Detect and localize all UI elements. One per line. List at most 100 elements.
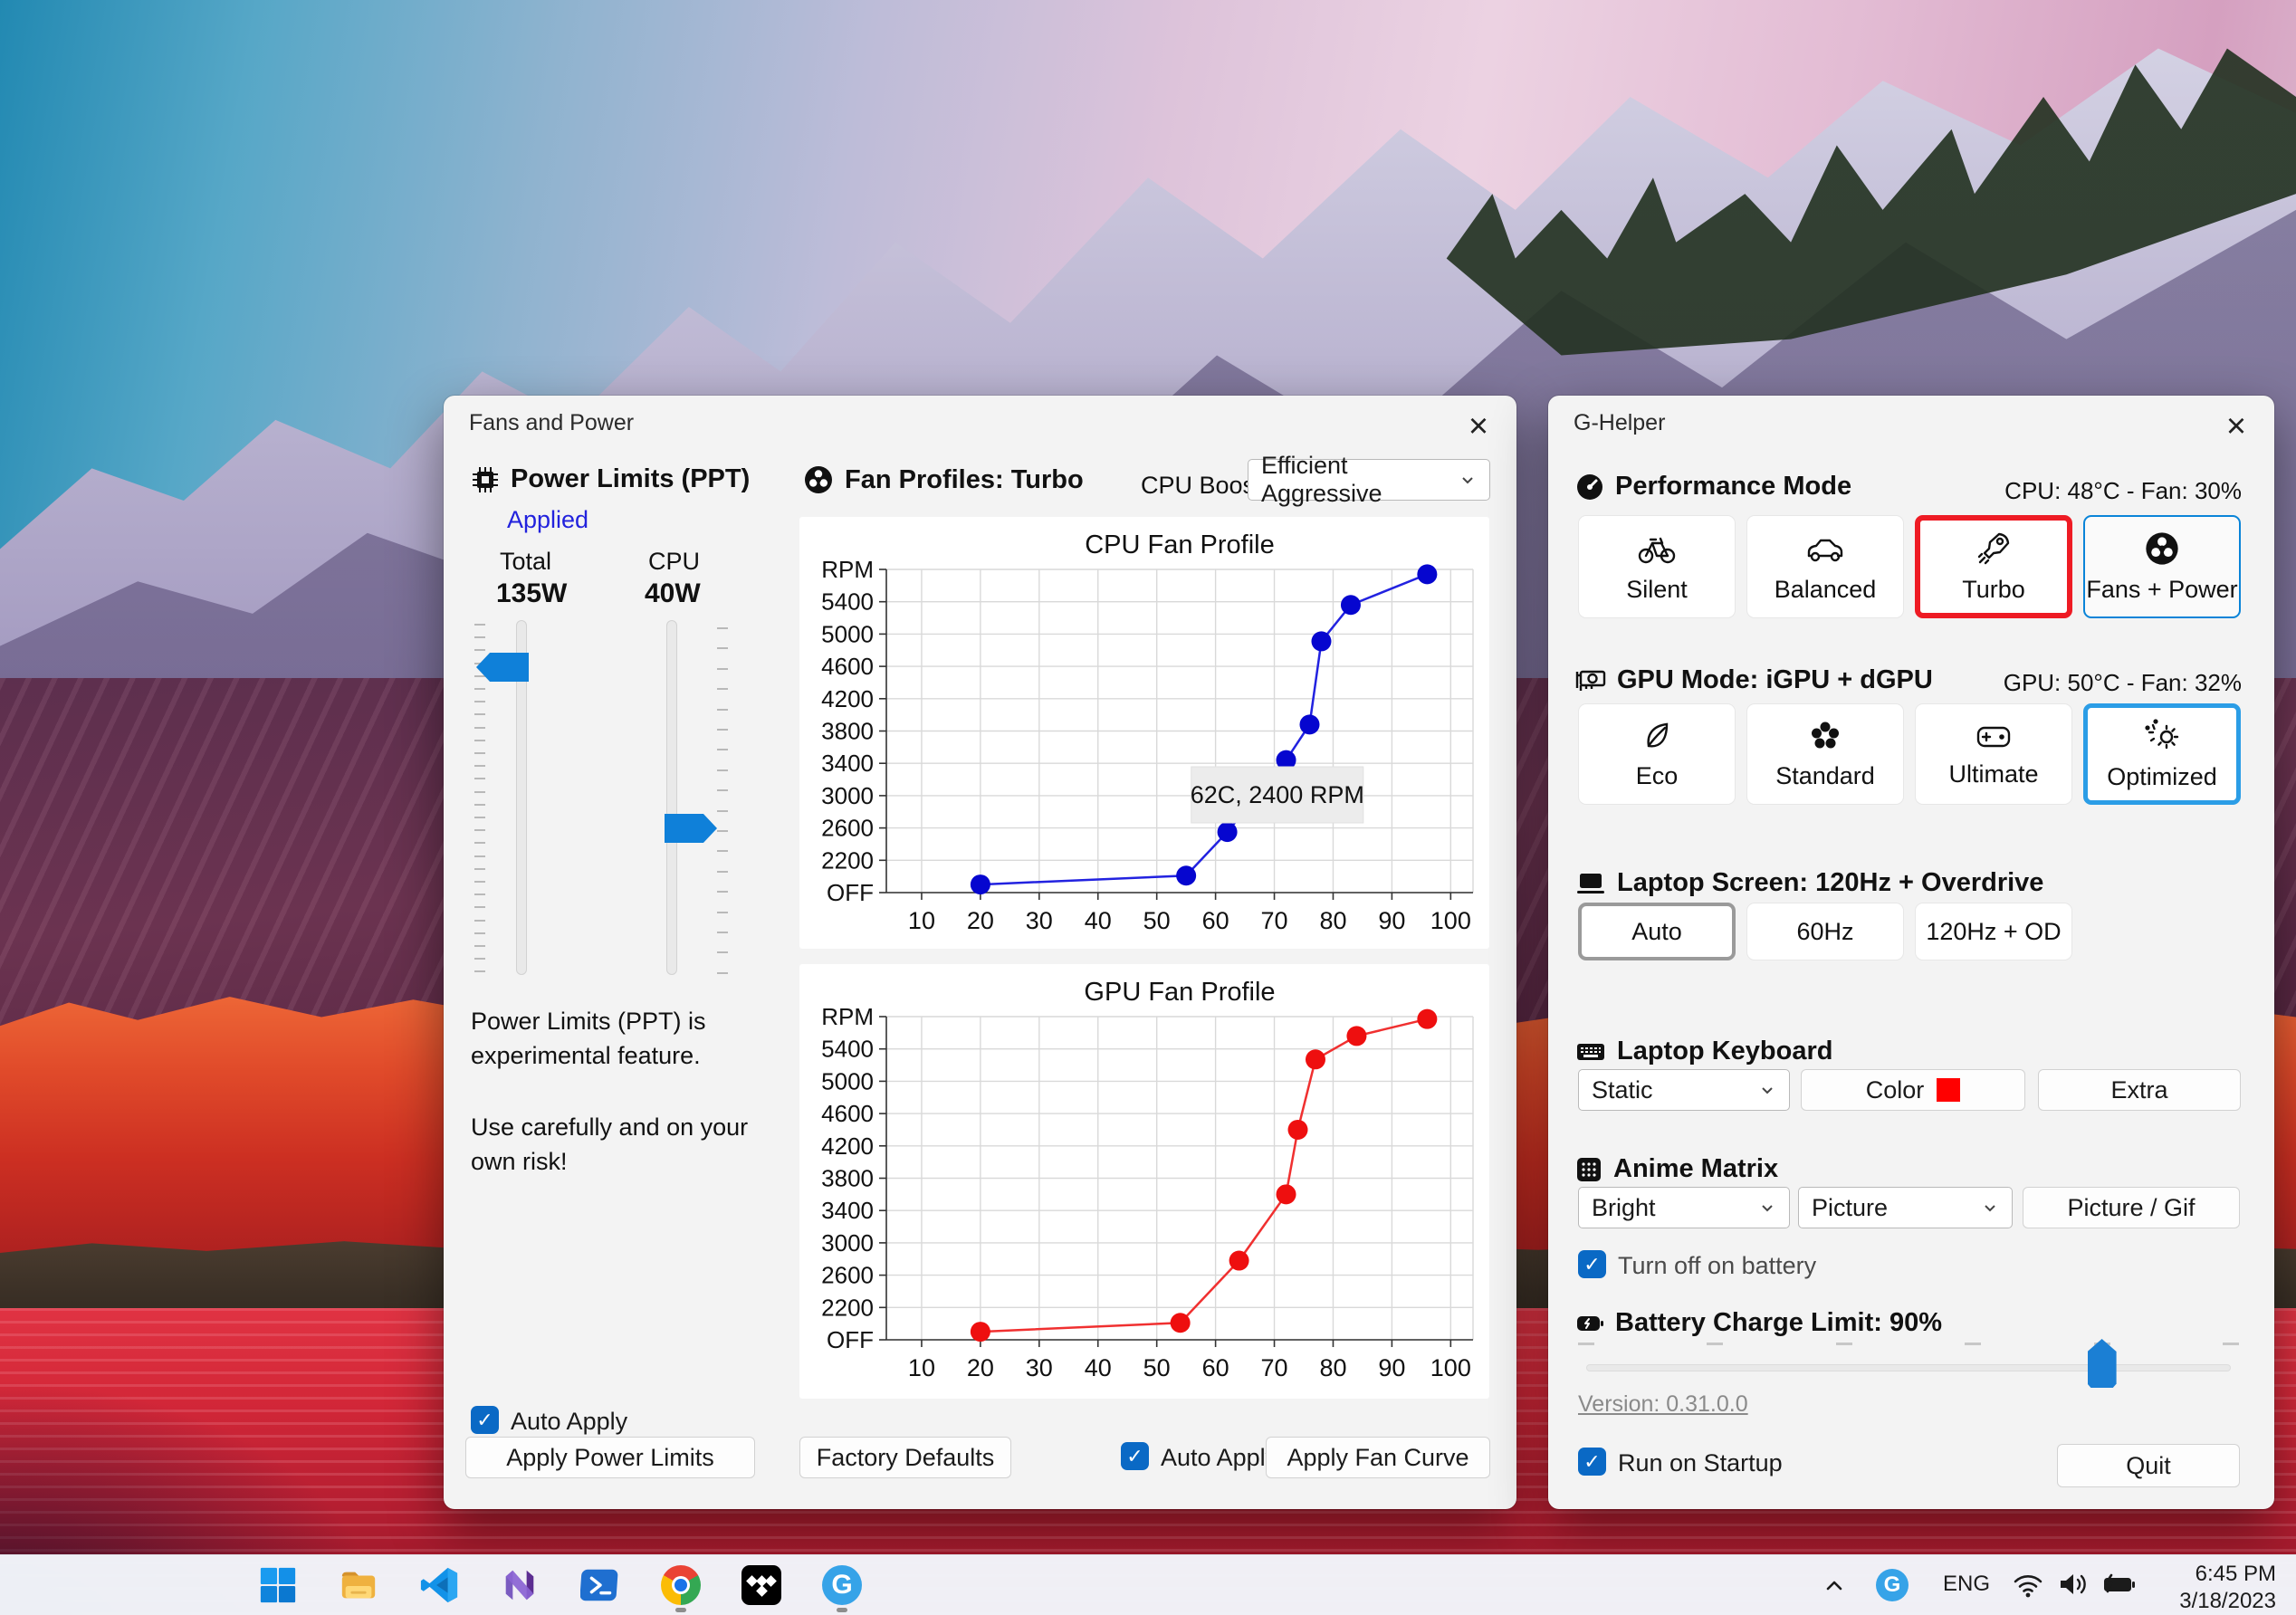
taskbar-chrome-button[interactable] xyxy=(660,1564,702,1606)
ghelper-icon: G xyxy=(822,1565,862,1605)
tick xyxy=(474,970,485,973)
tick xyxy=(474,790,485,793)
total-slider-handle[interactable] xyxy=(476,653,529,682)
svg-text:CPU Fan Profile: CPU Fan Profile xyxy=(1085,530,1275,559)
taskbar-powershell-button[interactable] xyxy=(579,1564,621,1606)
cpu-value: 40W xyxy=(645,578,701,608)
svg-text:3800: 3800 xyxy=(821,718,874,745)
vscode-icon xyxy=(420,1567,458,1603)
taskbar-explorer-button[interactable] xyxy=(338,1564,379,1606)
svg-text:80: 80 xyxy=(1319,907,1346,934)
battery-slider-track[interactable] xyxy=(1586,1364,2231,1371)
svg-text:50: 50 xyxy=(1143,907,1171,934)
tick xyxy=(717,627,728,629)
tick xyxy=(717,932,728,933)
taskbar-clock[interactable]: 6:45 PM 3/18/2023 xyxy=(2179,1561,2276,1615)
tray-time: 6:45 PM xyxy=(2195,1562,2276,1586)
quit-button[interactable]: Quit xyxy=(2057,1444,2240,1487)
gpu-standard-button[interactable]: Standard xyxy=(1746,703,1904,805)
fan-auto-apply-checkbox[interactable]: ✓ xyxy=(1121,1442,1149,1470)
version-link[interactable]: Version: 0.31.0.0 xyxy=(1578,1391,1748,1418)
keyboard-mode-dropdown[interactable]: Static xyxy=(1578,1069,1790,1111)
volume-icon[interactable] xyxy=(2057,1569,2090,1600)
wifi-icon[interactable] xyxy=(2012,1569,2044,1600)
screen-120hz-od-button[interactable]: 120Hz + OD xyxy=(1915,903,2072,960)
gpu-optimized-button[interactable]: Optimized xyxy=(2083,703,2241,805)
fan-auto-apply-label: Auto Apply xyxy=(1161,1444,1278,1471)
gpu-eco-button[interactable]: Eco xyxy=(1578,703,1736,805)
svg-text:2200: 2200 xyxy=(821,1294,874,1321)
svg-text:60: 60 xyxy=(1202,1354,1229,1381)
chip-icon xyxy=(473,466,498,492)
laptop-icon xyxy=(1577,873,1604,894)
chevron-down-icon xyxy=(1758,1081,1776,1099)
leaf-icon xyxy=(1647,722,1669,747)
svg-text:80: 80 xyxy=(1319,1354,1346,1381)
screen-auto-button[interactable]: Auto xyxy=(1578,903,1736,960)
svg-text:4600: 4600 xyxy=(821,653,874,680)
cpu-slider-handle[interactable] xyxy=(665,814,717,843)
svg-text:3800: 3800 xyxy=(821,1165,874,1192)
gpu-fan-chart[interactable]: GPU Fan Profile OFF 2200 2600 3000 3400 3800 42… xyxy=(799,964,1489,1396)
battery-tray-icon[interactable] xyxy=(2100,1570,2137,1599)
anime-running-dropdown[interactable]: Picture xyxy=(1798,1187,2013,1228)
tick xyxy=(474,649,485,652)
tray-chevron-up-icon[interactable] xyxy=(1818,1570,1851,1602)
tick xyxy=(474,778,485,780)
power-auto-apply-checkbox[interactable]: ✓ xyxy=(471,1406,499,1434)
keyboard-extra-button[interactable]: Extra xyxy=(2038,1069,2241,1111)
keyboard-color-button[interactable]: Color xyxy=(1801,1069,2025,1111)
anime-matrix-header: Anime Matrix xyxy=(1575,1154,1778,1184)
svg-text:20: 20 xyxy=(967,907,994,934)
anime-brightness-dropdown[interactable]: Bright xyxy=(1578,1187,1790,1228)
mode-silent-button[interactable]: Silent xyxy=(1578,515,1736,618)
svg-text:10: 10 xyxy=(908,907,935,934)
running-indicator xyxy=(837,1608,847,1612)
tick xyxy=(1707,1343,1724,1345)
keyboard-icon xyxy=(1577,1043,1604,1060)
g-helper-window: G-Helper × Performance Mode CPU: 48°C - … xyxy=(1548,396,2274,1509)
mode-balanced-button[interactable]: Balanced xyxy=(1746,515,1904,618)
tick xyxy=(717,870,728,873)
tray-ghelper-icon[interactable]: G xyxy=(1876,1569,1909,1601)
taskbar-visual-studio-button[interactable] xyxy=(499,1564,541,1606)
close-icon[interactable]: × xyxy=(2215,405,2258,448)
chevron-down-icon xyxy=(1758,1199,1776,1217)
cpu-slider-track[interactable] xyxy=(666,620,677,975)
factory-defaults-button[interactable]: Factory Defaults xyxy=(799,1437,1011,1478)
svg-text:OFF: OFF xyxy=(827,879,874,906)
start-icon xyxy=(260,1567,296,1603)
screen-60hz-button[interactable]: 60Hz xyxy=(1746,903,1904,960)
taskbar-start-button[interactable] xyxy=(257,1564,299,1606)
rocket-icon xyxy=(1977,532,2010,564)
cpu-fan-chart[interactable]: CPU Fan Profile OFF 2200 2600 3000 3400 3800 42… xyxy=(799,517,1489,949)
tick xyxy=(474,932,485,934)
tick xyxy=(474,817,485,818)
apply-fan-curve-button[interactable]: Apply Fan Curve xyxy=(1266,1437,1490,1478)
apply-power-limits-button[interactable]: Apply Power Limits xyxy=(465,1437,755,1478)
mode-turbo-button[interactable]: Turbo xyxy=(1915,515,2072,618)
fan-icon xyxy=(805,466,832,493)
tick xyxy=(717,749,728,751)
tray-language[interactable]: ENG xyxy=(1943,1572,1990,1597)
svg-text:50: 50 xyxy=(1143,1354,1171,1381)
car-icon xyxy=(1807,539,1843,561)
taskbar-ghelper-button[interactable]: G xyxy=(821,1564,863,1606)
picture-gif-button[interactable]: Picture / Gif xyxy=(2023,1187,2240,1228)
power-limits-warning: Power Limits (PPT) is experimental featu… xyxy=(471,1004,779,1179)
close-icon[interactable]: × xyxy=(1457,405,1500,448)
tick xyxy=(717,708,728,711)
taskbar-vscode-button[interactable] xyxy=(418,1564,460,1606)
battery-slider-handle[interactable] xyxy=(2087,1339,2117,1388)
tick xyxy=(474,674,485,677)
svg-text:20: 20 xyxy=(967,1354,994,1381)
turn-off-on-battery-checkbox[interactable]: ✓ xyxy=(1578,1250,1606,1278)
run-on-startup-checkbox[interactable]: ✓ xyxy=(1578,1448,1606,1476)
tick xyxy=(1835,1343,1852,1345)
taskbar-tidal-button[interactable] xyxy=(741,1564,782,1606)
tick xyxy=(474,894,485,896)
gpu-ultimate-button[interactable]: Ultimate xyxy=(1915,703,2072,805)
mode-fans-power-button[interactable]: Fans + Power xyxy=(2083,515,2241,618)
cpu-boost-dropdown[interactable]: Efficient Aggressive xyxy=(1248,452,1490,507)
tick xyxy=(717,891,728,894)
